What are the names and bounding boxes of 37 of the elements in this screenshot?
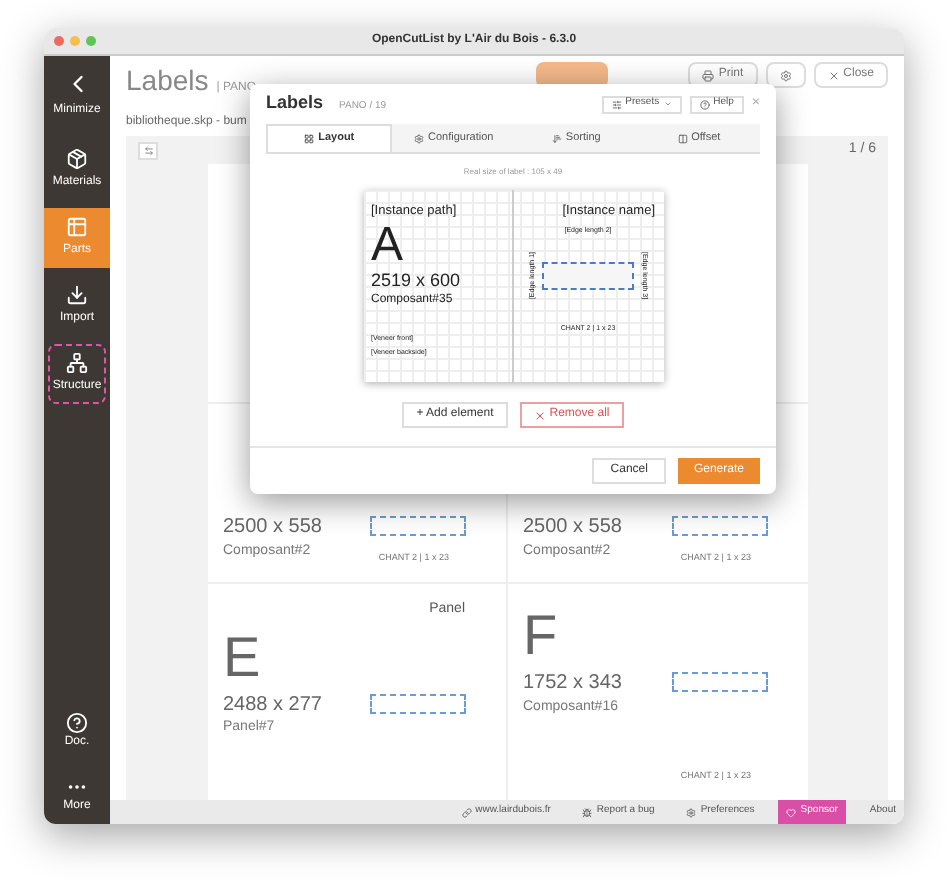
print-icon xyxy=(702,69,715,81)
remove-icon xyxy=(533,409,546,421)
swap-button[interactable] xyxy=(138,141,158,159)
settings-icon xyxy=(779,69,792,81)
sponsor-icon xyxy=(786,807,797,817)
help-icon xyxy=(699,99,710,109)
doc-icon xyxy=(66,712,88,734)
materials-icon xyxy=(66,148,88,170)
preview-letter: A xyxy=(371,221,406,270)
settings-button[interactable] xyxy=(765,62,806,88)
label-letter: E xyxy=(223,629,263,685)
sliders-icon xyxy=(611,99,622,109)
layout-icon xyxy=(304,134,315,144)
swap-icon xyxy=(143,145,153,155)
barcode-placeholder xyxy=(671,516,767,536)
config-icon xyxy=(414,133,425,143)
label-letter: F xyxy=(523,608,560,664)
preview-dimensions: 2519 x 600 xyxy=(371,269,463,292)
label-dimensions: 2488 x 277 xyxy=(223,693,322,718)
parts-icon xyxy=(66,216,88,238)
barcode-placeholder xyxy=(542,261,634,290)
barcode-placeholder xyxy=(369,693,465,713)
page-title: Labels xyxy=(126,62,209,100)
barcode-placeholder xyxy=(671,672,767,692)
bug-icon xyxy=(582,807,593,817)
offset-icon xyxy=(677,133,688,143)
close-icon xyxy=(827,69,840,81)
dialog-title: Labels xyxy=(266,90,324,117)
link-icon xyxy=(461,807,472,817)
barcode-placeholder xyxy=(369,516,465,536)
structure-icon xyxy=(66,352,88,374)
label-dimensions: 2500 x 558 xyxy=(523,516,622,541)
import-icon xyxy=(66,284,88,306)
label-dimensions: 2500 x 558 xyxy=(223,516,322,541)
sorting-icon xyxy=(551,133,562,143)
label-dimensions: 1752 x 343 xyxy=(523,672,622,697)
prefs-icon xyxy=(686,807,697,817)
